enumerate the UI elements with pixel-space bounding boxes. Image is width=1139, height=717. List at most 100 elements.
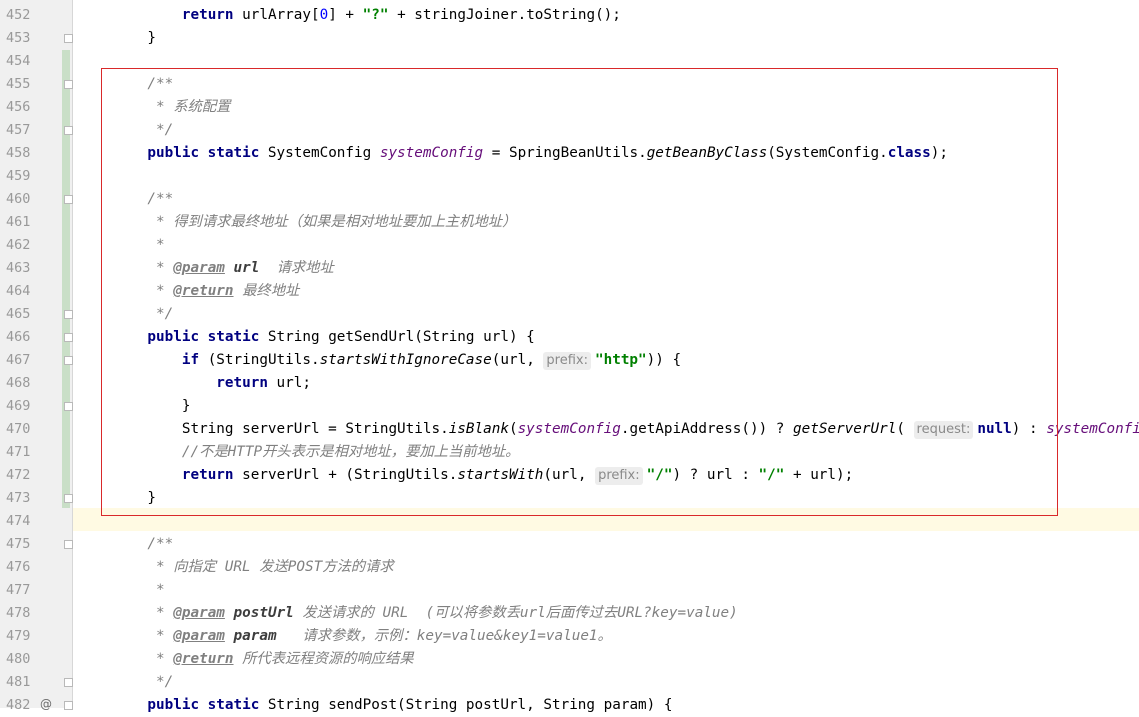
code-line[interactable] — [113, 165, 1139, 188]
line-number: 471 — [6, 444, 31, 460]
code-token: ] + — [328, 7, 363, 23]
parameter-hint: prefix: — [543, 352, 591, 370]
code-line[interactable]: /** — [113, 533, 1139, 556]
fold-marker-icon[interactable] — [64, 80, 73, 89]
keyword-token: public static — [113, 697, 260, 713]
code-line[interactable] — [113, 510, 1139, 533]
javadoc-param-name: param — [233, 628, 277, 644]
code-line[interactable]: * @return 最终地址 — [113, 280, 1139, 303]
code-token: ); — [930, 145, 948, 161]
code-line[interactable]: public static String getSendUrl(String u… — [113, 326, 1139, 349]
keyword-token: class — [887, 145, 931, 161]
vcs-change-marker[interactable] — [62, 50, 70, 508]
code-line[interactable]: } — [113, 487, 1139, 510]
code-line[interactable]: * @param param 请求参数，示例：key=value&key1=va… — [113, 625, 1139, 648]
code-line[interactable]: * @param url 请求地址 — [113, 257, 1139, 280]
code-line[interactable]: /** — [113, 188, 1139, 211]
comment-token: * — [113, 283, 174, 299]
fold-marker-icon[interactable] — [64, 494, 73, 503]
line-number: 462 — [6, 237, 31, 253]
code-line[interactable]: * 得到请求最终地址（如果是相对地址要加上主机地址） — [113, 211, 1139, 234]
code-line[interactable]: //不是HTTP开头表示是相对地址，要加上当前地址。 — [113, 441, 1139, 464]
code-line[interactable]: } — [113, 27, 1139, 50]
code-token: ( — [896, 421, 914, 437]
line-number: 457 — [6, 122, 31, 138]
code-line[interactable]: public static String sendPost(String pos… — [113, 694, 1139, 717]
javadoc-tag: @param — [173, 605, 225, 621]
comment-token: 请求参数，示例：key=value&key1=value1。 — [276, 628, 612, 644]
line-number: 470 — [6, 421, 31, 437]
code-line[interactable]: return urlArray[0] + "?" + stringJoiner.… — [113, 4, 1139, 27]
code-line[interactable]: * @param postUrl 发送请求的 URL (可以将参数丢url后面传… — [113, 602, 1139, 625]
code-line[interactable]: */ — [113, 119, 1139, 142]
code-line[interactable]: return url; — [113, 372, 1139, 395]
line-number: 469 — [6, 398, 31, 414]
field-token: systemConfig — [1046, 421, 1139, 437]
fold-marker-icon[interactable] — [64, 126, 73, 135]
line-number: 453 — [6, 30, 31, 46]
comment-token: 最终地址 — [233, 283, 300, 299]
fold-marker-icon[interactable] — [64, 678, 73, 687]
comment-token: 请求地址 — [259, 260, 334, 276]
code-line[interactable]: /** — [113, 73, 1139, 96]
code-token: ) ? url : — [672, 467, 759, 483]
fold-marker-icon[interactable] — [64, 701, 73, 710]
line-number: 478 — [6, 605, 31, 621]
comment-token: * — [113, 260, 174, 276]
code-line[interactable]: String serverUrl = StringUtils.isBlank(s… — [113, 418, 1139, 441]
line-number: 468 — [6, 375, 31, 391]
code-line[interactable]: * 系统配置 — [113, 96, 1139, 119]
fold-marker-icon[interactable] — [64, 195, 73, 204]
field-token: systemConfig — [517, 421, 621, 437]
code-line[interactable] — [113, 50, 1139, 73]
fold-marker-icon[interactable] — [64, 34, 73, 43]
fold-marker-icon[interactable] — [64, 356, 73, 365]
code-line[interactable]: } — [113, 395, 1139, 418]
code-line[interactable]: return serverUrl + (StringUtils.startsWi… — [113, 464, 1139, 487]
code-line[interactable]: */ — [113, 671, 1139, 694]
static-method-token: isBlank — [448, 421, 509, 437]
line-number: 455 — [6, 76, 31, 92]
javadoc-param-name: postUrl — [233, 605, 294, 621]
keyword-token: return — [216, 375, 268, 391]
keyword-token: return — [181, 7, 234, 23]
code-line[interactable]: * — [113, 234, 1139, 257]
code-line[interactable]: public static SystemConfig systemConfig … — [113, 142, 1139, 165]
line-number: 475 — [6, 536, 31, 552]
code-line[interactable]: */ — [113, 303, 1139, 326]
line-number: 463 — [6, 260, 31, 276]
code-token: (url, — [491, 352, 544, 368]
comment-token — [225, 605, 234, 621]
line-number: 461 — [6, 214, 31, 230]
code-token: ( — [508, 421, 518, 437]
javadoc-tag: @param — [173, 628, 225, 644]
comment-token: * — [113, 237, 165, 253]
fold-marker-icon[interactable] — [64, 402, 73, 411]
fold-marker-icon[interactable] — [64, 310, 73, 319]
code-token: } — [113, 30, 157, 46]
javadoc-tag: @return — [173, 651, 234, 667]
comment-token: * — [113, 582, 165, 598]
comment-token: * 向指定 URL 发送POST方法的请求 — [113, 559, 394, 575]
comment-token — [225, 628, 234, 644]
static-method-token: getBeanByClass — [646, 145, 768, 161]
code-line[interactable]: * — [113, 579, 1139, 602]
string-token: "/" — [646, 467, 673, 483]
code-line[interactable]: if (StringUtils.startsWithIgnoreCase(url… — [113, 349, 1139, 372]
javadoc-tag: @return — [173, 283, 234, 299]
code-token: String getSendUrl(String url) { — [259, 329, 535, 345]
fold-marker-icon[interactable] — [64, 333, 73, 342]
static-method-token: startsWith — [457, 467, 544, 483]
comment-token — [225, 260, 234, 276]
javadoc-param-name: url — [233, 260, 260, 276]
code-token: String serverUrl = StringUtils. — [113, 421, 449, 437]
comment-token: 发送请求的 URL (可以将参数丢url后面传过去URL?key=value) — [293, 605, 738, 621]
override-icon[interactable]: @ — [40, 697, 52, 711]
fold-marker-icon[interactable] — [64, 540, 73, 549]
code-token: } — [113, 490, 157, 506]
code-line[interactable]: * @return 所代表远程资源的响应结果 — [113, 648, 1139, 671]
code-line[interactable]: * 向指定 URL 发送POST方法的请求 — [113, 556, 1139, 579]
